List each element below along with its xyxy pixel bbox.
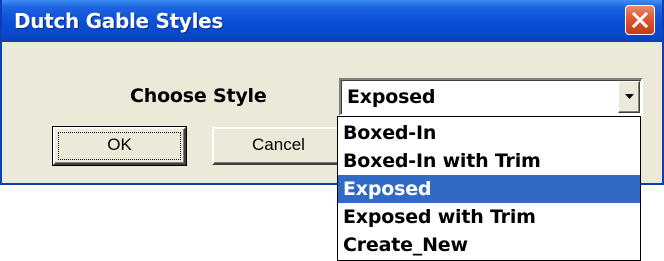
ok-button[interactable]: OK xyxy=(52,126,187,166)
list-item-exposed-with-trim[interactable]: Exposed with Trim xyxy=(338,203,640,231)
window-title: Dutch Gable Styles xyxy=(14,9,223,33)
style-combo-box[interactable]: Exposed xyxy=(339,78,643,116)
cancel-button-label: Cancel xyxy=(252,135,305,154)
list-item-create-new[interactable]: Create_New xyxy=(338,231,640,259)
combo-selected-value: Exposed xyxy=(347,86,436,108)
style-dropdown-list[interactable]: Boxed-In Boxed-In with Trim Exposed Expo… xyxy=(337,116,641,261)
close-icon xyxy=(632,12,648,28)
list-item-exposed[interactable]: Exposed xyxy=(338,175,640,203)
list-item-boxed-in[interactable]: Boxed-In xyxy=(338,119,640,147)
choose-style-label: Choose Style xyxy=(130,85,267,107)
list-item-boxed-in-with-trim[interactable]: Boxed-In with Trim xyxy=(338,147,640,175)
combo-dropdown-button[interactable] xyxy=(618,81,640,113)
cancel-button[interactable]: Cancel xyxy=(212,127,345,165)
close-button[interactable] xyxy=(625,5,655,35)
title-bar[interactable]: Dutch Gable Styles xyxy=(2,0,662,42)
page: Dutch Gable Styles Choose Style Exposed … xyxy=(0,0,664,261)
chevron-down-icon xyxy=(625,94,634,99)
focus-rect xyxy=(58,132,181,160)
